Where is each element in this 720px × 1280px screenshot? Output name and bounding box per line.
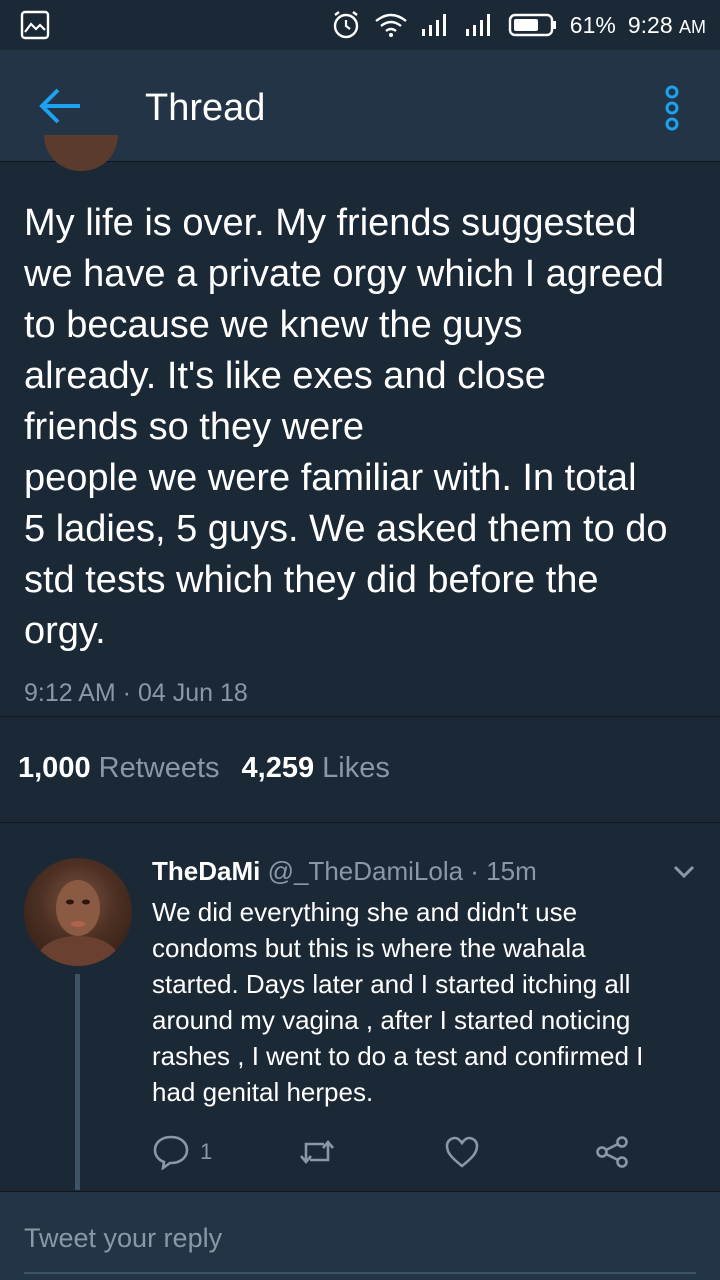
share-button[interactable] — [594, 1132, 630, 1172]
retweet-button[interactable] — [298, 1132, 336, 1172]
reply-input[interactable]: Tweet your reply — [24, 1220, 222, 1256]
arrow-left-icon[interactable] — [36, 86, 84, 126]
comment-icon — [153, 1135, 189, 1170]
like-button[interactable] — [444, 1132, 480, 1172]
gallery-icon — [20, 10, 50, 40]
battery-percent: 61% — [569, 11, 616, 38]
username[interactable]: @_TheDamiLola — [268, 856, 463, 886]
signal-icon — [421, 14, 446, 36]
retweet-icon — [300, 1139, 334, 1165]
tweet-timestamp: 9:12 AM · 04 Jun 18 — [24, 679, 248, 707]
heart-icon — [445, 1136, 479, 1168]
status-bar: 61% 9:28 AM — [0, 0, 720, 50]
reply-time: 15m — [486, 856, 537, 886]
reply-count: 1 — [200, 1139, 213, 1164]
more-vertical-icon[interactable] — [662, 84, 682, 132]
reply-composer[interactable]: Tweet your reply — [0, 1191, 720, 1280]
alarm-icon — [333, 11, 358, 39]
share-icon — [596, 1136, 628, 1168]
divider — [0, 716, 720, 717]
divider — [0, 822, 720, 823]
display-name[interactable]: TheDaMi — [152, 856, 260, 886]
chevron-down-icon[interactable] — [672, 864, 696, 880]
tweet-stats: 1,000 Retweets 4,259 Likes — [18, 748, 390, 788]
author-avatar[interactable] — [44, 135, 118, 171]
reply-text: We did everything she and didn't use con… — [152, 897, 644, 1107]
tweet-text: My life is over. My friends suggested we… — [24, 202, 668, 652]
clock: 9:28 AM — [627, 11, 706, 38]
battery-icon — [508, 13, 556, 37]
reply-button[interactable]: 1 — [152, 1132, 212, 1172]
retweets-stat[interactable]: 1,000 Retweets — [18, 748, 220, 788]
input-underline — [24, 1272, 696, 1274]
reply-tweet[interactable]: TheDaMi @_TheDamiLola · 15m We did every… — [0, 824, 720, 1190]
wifi-icon — [375, 13, 407, 37]
likes-stat[interactable]: 4,259 Likes — [242, 748, 390, 788]
separator: · — [470, 856, 479, 886]
signal-icon — [465, 14, 490, 36]
tweet-actions: 1 — [152, 1132, 642, 1172]
page-title: Thread — [145, 87, 266, 129]
thread-line — [75, 974, 80, 1190]
reply-header: TheDaMi @_TheDamiLola · 15m — [152, 854, 537, 888]
avatar[interactable] — [24, 858, 132, 966]
